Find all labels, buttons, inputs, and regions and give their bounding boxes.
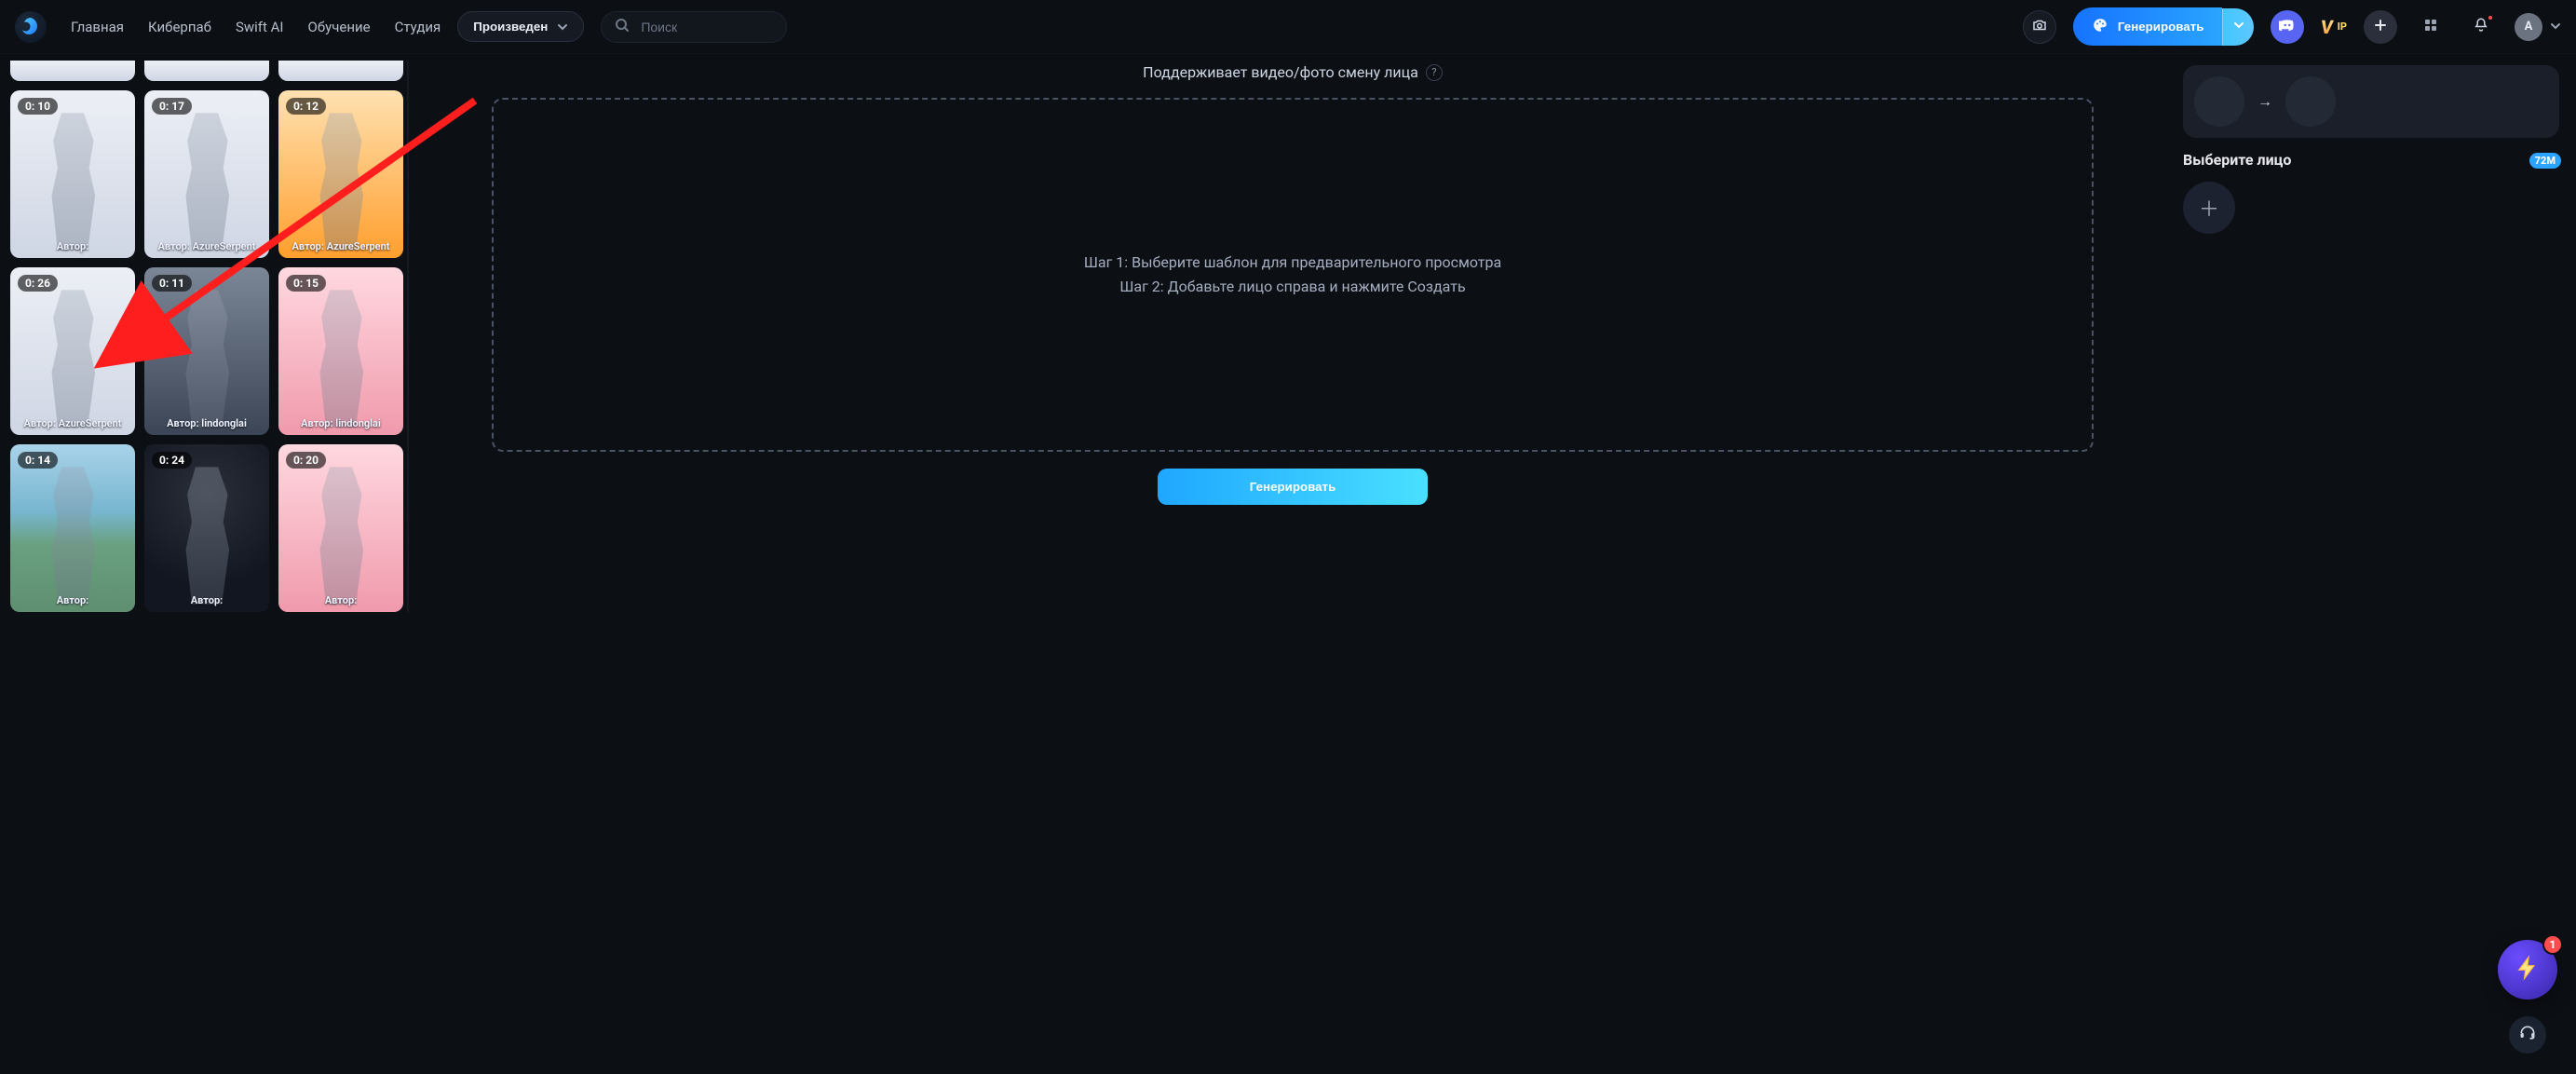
- step-2-text: Шаг 2: Добавьте лицо справа и нажмите Со…: [1084, 275, 1501, 299]
- chevron-down-icon: [2550, 18, 2561, 35]
- palette-icon: [2092, 17, 2108, 36]
- generate-cta[interactable]: Генерировать: [1158, 469, 1428, 505]
- discord-icon: [2279, 17, 2296, 37]
- app-logo[interactable]: [15, 11, 47, 43]
- template-author: Автор:: [10, 240, 135, 252]
- vip-ip: IP: [2338, 20, 2347, 33]
- template-author: Автор:: [144, 594, 269, 606]
- template-card[interactable]: 0: 10 Автор:: [10, 90, 135, 258]
- energy-badge: 1: [2542, 934, 2563, 955]
- support-button[interactable]: [2509, 1016, 2546, 1054]
- template-author: Автор: AzureSerpent: [278, 240, 403, 252]
- notification-dot-icon: [2487, 14, 2494, 21]
- bolt-icon: [2515, 955, 2541, 985]
- template-duration: 0: 10: [18, 98, 58, 115]
- nav-home[interactable]: Главная: [71, 19, 124, 35]
- template-duration: 0: 11: [152, 275, 192, 292]
- template-card[interactable]: 0: 11 Автор: lindonglai: [144, 267, 269, 435]
- help-icon[interactable]: ?: [1426, 64, 1443, 81]
- account-menu[interactable]: A: [2515, 13, 2561, 41]
- generate-label: Генерировать: [2118, 20, 2204, 34]
- template-card[interactable]: 0: 26 Автор: AzureSerpent: [10, 267, 135, 435]
- vip-v: V: [2320, 16, 2336, 38]
- energy-button[interactable]: 1: [2498, 940, 2557, 999]
- template-card[interactable]: 0: 15 Автор: lindonglai: [278, 267, 403, 435]
- nav-studio[interactable]: Студия: [395, 19, 441, 35]
- nav-cyberpub[interactable]: Киберпаб: [148, 19, 211, 35]
- right-panel: → Выберите лицо 72M ＋: [2176, 60, 2567, 613]
- nav-swift-ai[interactable]: Swift AI: [236, 19, 284, 35]
- discord-button[interactable]: [2271, 10, 2304, 44]
- template-author: Автор: AzureSerpent: [10, 417, 135, 429]
- arrow-right-icon: →: [2257, 92, 2272, 111]
- template-card[interactable]: [144, 61, 269, 81]
- template-card[interactable]: [10, 61, 135, 81]
- template-author: Автор: AzureSerpent: [144, 240, 269, 252]
- template-duration: 0: 24: [152, 452, 192, 469]
- template-duration: 0: 12: [286, 98, 326, 115]
- source-face-slot[interactable]: [2194, 76, 2244, 127]
- subhead: Поддерживает видео/фото смену лица ?: [492, 63, 2094, 81]
- main-nav: Главная Киберпаб Swift AI Обучение Студи…: [71, 19, 441, 35]
- center-panel: Поддерживает видео/фото смену лица ? Шаг…: [417, 60, 2168, 613]
- camera-button[interactable]: [2023, 10, 2056, 44]
- category-dropdown[interactable]: Произведен: [457, 11, 584, 42]
- category-label: Произведен: [473, 20, 548, 34]
- vip-badge[interactable]: V IP: [2321, 16, 2347, 38]
- search-input[interactable]: [639, 19, 751, 35]
- generate-dropdown[interactable]: [2222, 8, 2254, 46]
- template-duration: 0: 26: [18, 275, 58, 292]
- add-face-button[interactable]: ＋: [2183, 182, 2235, 234]
- camera-icon: [2031, 17, 2048, 37]
- chevron-down-icon: [557, 21, 568, 33]
- plus-icon: ＋: [2199, 193, 2219, 223]
- template-card[interactable]: 0: 24 Автор:: [144, 444, 269, 612]
- template-thumbnail: [144, 61, 269, 81]
- template-card[interactable]: 0: 20 Автор:: [278, 444, 403, 612]
- template-author: Автор:: [278, 594, 403, 606]
- template-card[interactable]: 0: 12 Автор: AzureSerpent: [278, 90, 403, 258]
- template-thumbnail: [10, 61, 135, 81]
- notifications-button[interactable]: [2464, 10, 2498, 44]
- headset-icon: [2518, 1024, 2537, 1046]
- chevron-down-icon: [2233, 20, 2244, 34]
- generate-group: Генерировать: [2073, 7, 2255, 46]
- avatar: A: [2515, 13, 2542, 41]
- search-box[interactable]: [601, 11, 787, 43]
- template-list[interactable]: 0: 10Автор:0: 17Автор: AzureSerpent0: 12…: [10, 61, 409, 612]
- nav-learning[interactable]: Обучение: [308, 19, 371, 35]
- add-button[interactable]: [2364, 10, 2397, 44]
- apps-button[interactable]: [2414, 10, 2447, 44]
- template-card[interactable]: 0: 17 Автор: AzureSerpent: [144, 90, 269, 258]
- target-face-slot[interactable]: [2285, 76, 2336, 127]
- face-swap-preview: →: [2183, 65, 2559, 138]
- template-card[interactable]: [278, 61, 403, 81]
- floating-actions: 1: [2498, 940, 2557, 1054]
- template-author: Автор: lindonglai: [144, 417, 269, 429]
- plus-icon: [2373, 18, 2388, 36]
- step-1-text: Шаг 1: Выберите шаблон для предварительн…: [1084, 251, 1501, 275]
- template-panel: 0: 10Автор:0: 17Автор: AzureSerpent0: 12…: [9, 60, 410, 613]
- subhead-text: Поддерживает видео/фото смену лица: [1143, 63, 1418, 81]
- grid-icon: [2423, 18, 2438, 36]
- topbar: Главная Киберпаб Swift AI Обучение Студи…: [0, 0, 2576, 54]
- select-face-title: Выберите лицо: [2183, 151, 2559, 169]
- template-duration: 0: 14: [18, 452, 58, 469]
- generate-button[interactable]: Генерировать: [2073, 7, 2223, 46]
- search-icon: [615, 18, 630, 36]
- template-card[interactable]: 0: 14 Автор:: [10, 444, 135, 612]
- template-duration: 0: 20: [286, 452, 326, 469]
- avatar-initial: A: [2525, 20, 2533, 34]
- dropzone[interactable]: Шаг 1: Выберите шаблон для предварительн…: [492, 98, 2094, 452]
- face-count-pill: 72M: [2529, 153, 2561, 169]
- template-thumbnail: [278, 61, 403, 81]
- template-author: Автор: lindonglai: [278, 417, 403, 429]
- template-duration: 0: 17: [152, 98, 192, 115]
- template-duration: 0: 15: [286, 275, 326, 292]
- template-author: Автор:: [10, 594, 135, 606]
